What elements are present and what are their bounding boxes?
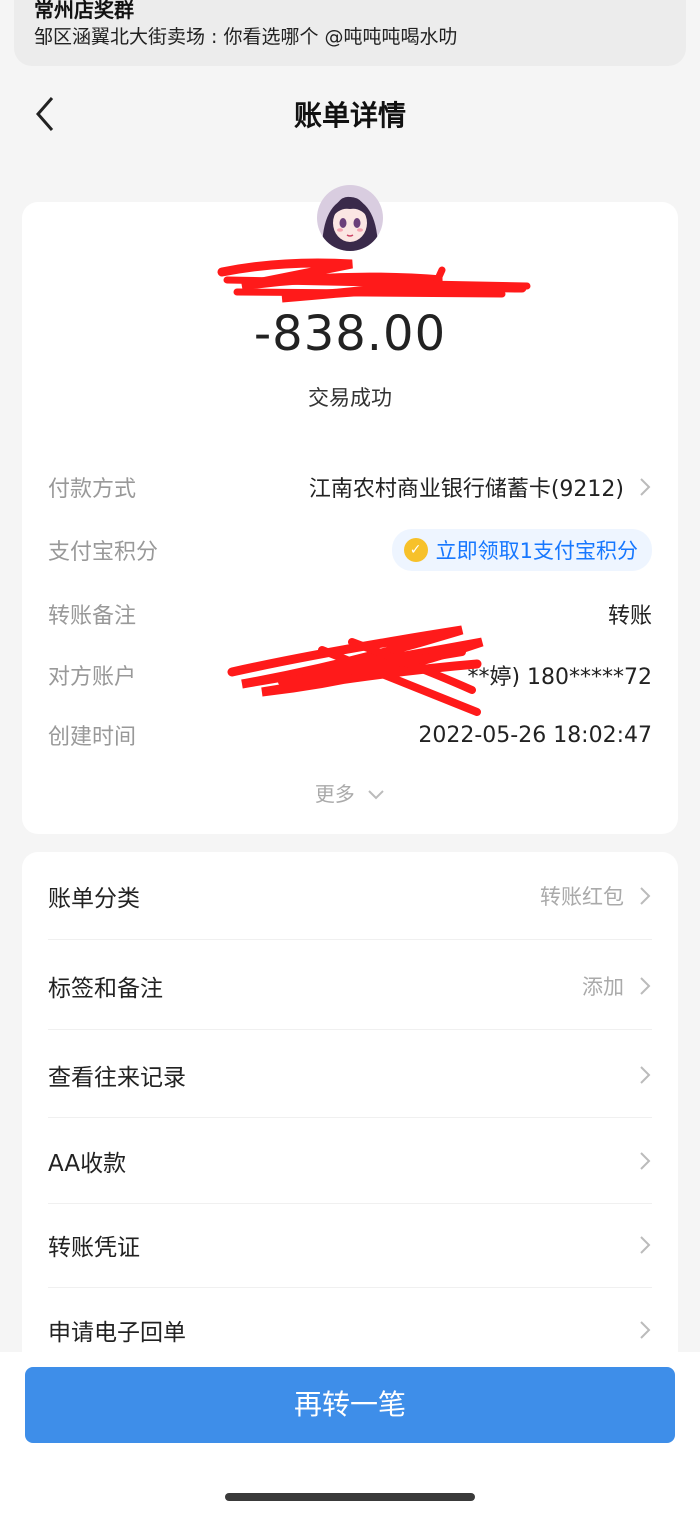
chevron-right-icon: [640, 1235, 651, 1254]
row-label: 支付宝积分: [48, 540, 159, 565]
avatar[interactable]: [317, 185, 383, 251]
row-label: 转账备注: [48, 604, 137, 629]
counterparty-account-row: 对方账户 **婷) 180*****72: [48, 655, 652, 695]
row-label: 对方账户: [48, 665, 137, 690]
row-value: 江南农村商业银行储蓄卡(9212): [308, 477, 624, 502]
chevron-down-icon: [368, 790, 384, 800]
avatar-image: [317, 185, 383, 251]
chevron-right-icon: [640, 478, 651, 496]
chevron-right-icon: [640, 886, 651, 905]
list-item-aa-collect[interactable]: AA收款: [48, 1118, 652, 1204]
created-time-row: 创建时间 2022-05-26 18:02:47: [48, 715, 652, 755]
row-label: 创建时间: [48, 725, 137, 750]
payment-method-row[interactable]: 付款方式 江南农村商业银行储蓄卡(9212): [48, 467, 652, 507]
transfer-again-button[interactable]: 再转一笔: [25, 1367, 675, 1443]
alipay-points-row: 支付宝积分 ✓ 立即领取1支付宝积分: [48, 529, 652, 571]
row-value: **婷) 180*****72: [467, 665, 652, 690]
list-item-tags-notes[interactable]: 标签和备注 添加: [48, 942, 652, 1030]
home-indicator[interactable]: [225, 1493, 475, 1501]
list-item-label: 查看往来记录: [48, 1064, 186, 1091]
more-label: 更多: [314, 782, 355, 806]
bottom-bar: 再转一笔: [0, 1352, 700, 1515]
status-text: 交易成功: [308, 386, 392, 410]
list-item-label: 标签和备注: [48, 975, 163, 1002]
list-item-value: 添加: [582, 974, 624, 999]
claim-points-label: 立即领取1支付宝积分: [435, 539, 638, 563]
chevron-right-icon: [640, 1151, 651, 1170]
coin-icon: ✓: [403, 538, 428, 562]
list-item-label: AA收款: [48, 1150, 127, 1177]
list-item-transfer-voucher[interactable]: 转账凭证: [48, 1202, 652, 1288]
transfer-note-row: 转账备注 转账: [48, 594, 652, 634]
chevron-right-icon: [640, 1321, 651, 1339]
notification-text: 邹区涵翼北大街卖场 : 你看选哪个 @吨吨吨喝水叻: [34, 26, 458, 48]
nav-bar: 账单详情: [0, 72, 700, 162]
row-value: 2022-05-26 18:02:47: [418, 722, 652, 748]
claim-points-button[interactable]: ✓ 立即领取1支付宝积分: [391, 529, 652, 571]
amount: -838.00: [253, 306, 447, 362]
list-item-history[interactable]: 查看往来记录: [48, 1032, 652, 1118]
list-item-label: 申请电子回单: [48, 1320, 186, 1346]
chevron-right-icon: [640, 976, 651, 995]
list-item-label: 账单分类: [48, 885, 140, 912]
notification-banner[interactable]: 常州店奖群 邹区涵翼北大街卖场 : 你看选哪个 @吨吨吨喝水叻: [14, 0, 686, 66]
row-value: 转账: [607, 604, 652, 629]
bill-summary-card: -838.00 交易成功 付款方式 江南农村商业银行储蓄卡(9212) 支付宝积…: [22, 185, 678, 834]
list-item-bill-category[interactable]: 账单分类 转账红包: [48, 852, 652, 940]
list-item-value: 转账红包: [540, 884, 624, 909]
payee-name[interactable]: [22, 274, 678, 308]
bill-actions-list: 账单分类 转账红包 标签和备注 添加 查看往来记录 AA收款 转账凭证 申请电子…: [22, 852, 678, 1372]
list-item-label: 转账凭证: [48, 1234, 140, 1261]
row-label: 付款方式: [48, 477, 137, 502]
page-title: 账单详情: [293, 99, 406, 132]
notification-title: 常州店奖群: [34, 0, 134, 22]
more-button[interactable]: 更多: [22, 778, 678, 807]
chevron-right-icon: [640, 1065, 651, 1084]
